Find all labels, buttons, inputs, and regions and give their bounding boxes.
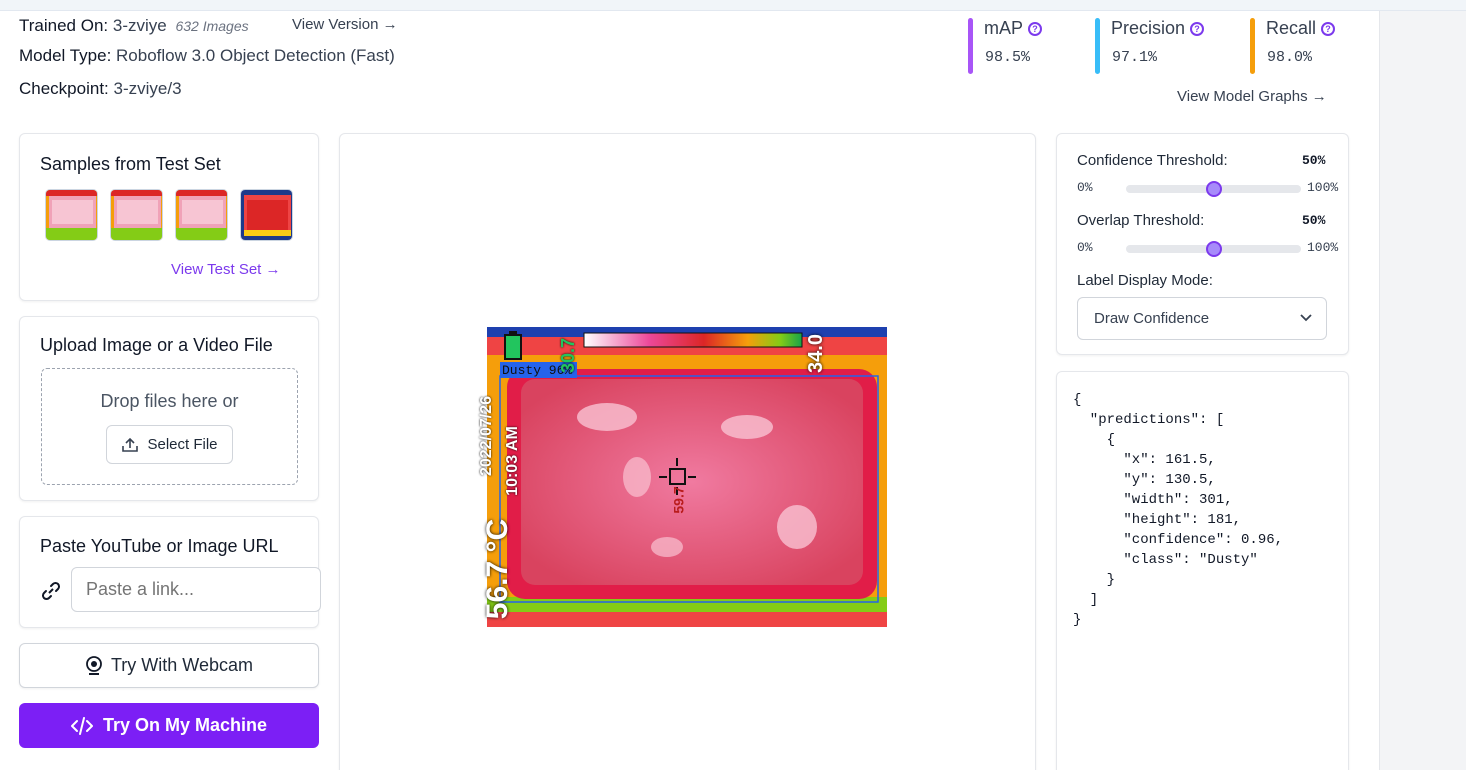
confidence-slider-row: 0% 100% bbox=[1077, 180, 1338, 197]
overlap-slider-row: 0% 100% bbox=[1077, 240, 1338, 257]
trained-on-label: Trained On: bbox=[19, 16, 109, 35]
chevron-down-icon bbox=[1300, 314, 1312, 322]
slider-max-label: 100% bbox=[1307, 180, 1339, 195]
metric-value: 98.5% bbox=[985, 49, 1031, 66]
help-icon[interactable]: ? bbox=[1190, 21, 1205, 36]
webcam-icon bbox=[86, 655, 102, 675]
upload-card: Upload Image or a Video File Drop files … bbox=[19, 316, 319, 501]
metric-value: 97.1% bbox=[1112, 49, 1158, 66]
select-file-label: Select File bbox=[147, 436, 218, 453]
url-title: Paste YouTube or Image URL bbox=[40, 536, 279, 556]
help-icon[interactable]: ? bbox=[1028, 21, 1043, 36]
sample-thumbnail[interactable] bbox=[110, 189, 163, 241]
metric-value: 98.0% bbox=[1267, 49, 1313, 66]
metric-recall: Recall? 98.0% bbox=[1250, 18, 1336, 74]
label-mode-label: Label Display Mode: bbox=[1077, 272, 1213, 289]
metric-precision: Precision? 97.1% bbox=[1095, 18, 1205, 74]
metric-color-bar bbox=[1095, 18, 1100, 74]
confidence-slider[interactable] bbox=[1126, 181, 1301, 197]
overlay-center-reading: 59.7 bbox=[670, 486, 687, 514]
confidence-slider-handle[interactable] bbox=[1205, 181, 1222, 197]
file-dropzone[interactable]: Drop files here or Select File bbox=[41, 368, 298, 485]
try-on-machine-label: Try On My Machine bbox=[102, 715, 268, 735]
view-version-link[interactable]: View Version → bbox=[292, 16, 398, 33]
link-icon bbox=[41, 581, 61, 601]
trained-on-row: Trained On: 3-zviye 632 Images bbox=[19, 16, 249, 36]
sample-thumbnail[interactable] bbox=[240, 189, 293, 241]
slider-max-label: 100% bbox=[1307, 240, 1339, 255]
right-gutter bbox=[1379, 11, 1466, 770]
select-file-button[interactable]: Select File bbox=[106, 425, 233, 464]
predictions-card: { "predictions": [ { "x": 161.5, "y": 13… bbox=[1056, 371, 1349, 770]
metric-color-bar bbox=[968, 18, 973, 74]
drop-text: Drop files here or bbox=[100, 391, 239, 411]
slider-min-label: 0% bbox=[1077, 240, 1093, 255]
overlay-date: 2022/07/26 bbox=[478, 395, 496, 477]
sample-thumbnail[interactable] bbox=[175, 189, 228, 241]
webcam-button[interactable]: Try With Webcam bbox=[19, 643, 319, 688]
overlap-slider[interactable] bbox=[1126, 241, 1301, 257]
label-mode-select[interactable]: Draw Confidence bbox=[1077, 297, 1327, 340]
label-mode-value: Draw Confidence bbox=[1094, 310, 1210, 327]
thermal-image: Dusty 96% 2022/07/26 10:03 AM 56.7 °C 34… bbox=[478, 327, 887, 627]
sample-thumbnail[interactable] bbox=[45, 189, 98, 241]
settings-card: Confidence Threshold: 50% 0% 100% Overla… bbox=[1056, 133, 1349, 355]
samples-title: Samples from Test Set bbox=[40, 154, 221, 174]
overlap-value: 50% bbox=[1302, 213, 1326, 228]
overlay-temperature: 56.7 °C bbox=[481, 518, 515, 620]
try-on-machine-button[interactable]: Try On My Machine bbox=[19, 703, 319, 748]
metric-name: Recall bbox=[1266, 18, 1317, 38]
view-model-graphs-link[interactable]: View Model Graphs → bbox=[1177, 88, 1327, 105]
metric-name: Precision bbox=[1111, 18, 1186, 38]
view-test-set-label: View Test Set bbox=[171, 261, 262, 278]
url-card: Paste YouTube or Image URL bbox=[19, 516, 321, 628]
overlay-scale-min: 30.7 bbox=[558, 337, 579, 374]
webcam-label: Try With Webcam bbox=[110, 655, 253, 675]
view-version-label: View Version bbox=[292, 16, 379, 33]
browser-top-strip bbox=[0, 0, 1466, 11]
arrow-right-icon: → bbox=[265, 261, 281, 278]
view-test-set-link[interactable]: View Test Set → bbox=[171, 261, 281, 278]
help-icon[interactable]: ? bbox=[1321, 21, 1336, 36]
overlay-time: 10:03 AM bbox=[503, 426, 521, 496]
metric-map: mAP? 98.5% bbox=[968, 18, 1043, 74]
upload-icon bbox=[122, 437, 139, 452]
code-icon bbox=[70, 716, 93, 735]
checkpoint-label: Checkpoint: bbox=[19, 79, 109, 98]
view-model-graphs-label: View Model Graphs bbox=[1177, 88, 1308, 105]
arrow-right-icon: → bbox=[382, 16, 398, 33]
overlap-slider-handle[interactable] bbox=[1205, 241, 1222, 257]
url-input[interactable] bbox=[71, 567, 321, 612]
arrow-right-icon: → bbox=[1311, 88, 1327, 105]
trained-on-value: 3-zviye bbox=[112, 16, 167, 35]
checkpoint-value: 3-zviye/3 bbox=[113, 79, 182, 98]
predictions-json: { "predictions": [ { "x": 161.5, "y": 13… bbox=[1073, 392, 1284, 628]
images-count: 632 Images bbox=[175, 18, 249, 34]
checkpoint-row: Checkpoint: 3-zviye/3 bbox=[19, 79, 182, 99]
confidence-label: Confidence Threshold: bbox=[1077, 152, 1228, 169]
model-type-value: Roboflow 3.0 Object Detection (Fast) bbox=[116, 46, 395, 65]
overlap-label: Overlap Threshold: bbox=[1077, 212, 1205, 229]
upload-title: Upload Image or a Video File bbox=[40, 335, 273, 355]
preview-panel: Dusty 96% 2022/07/26 10:03 AM 56.7 °C 34… bbox=[339, 133, 1036, 770]
metric-color-bar bbox=[1250, 18, 1255, 74]
overlay-scale-max: 34.0 bbox=[804, 334, 827, 373]
slider-min-label: 0% bbox=[1077, 180, 1093, 195]
model-type-row: Model Type: Roboflow 3.0 Object Detectio… bbox=[19, 46, 395, 66]
metric-name: mAP bbox=[984, 18, 1024, 38]
confidence-value: 50% bbox=[1302, 153, 1326, 168]
samples-card: Samples from Test Set View Test Set → bbox=[19, 133, 319, 301]
model-type-label: Model Type: bbox=[19, 46, 112, 65]
